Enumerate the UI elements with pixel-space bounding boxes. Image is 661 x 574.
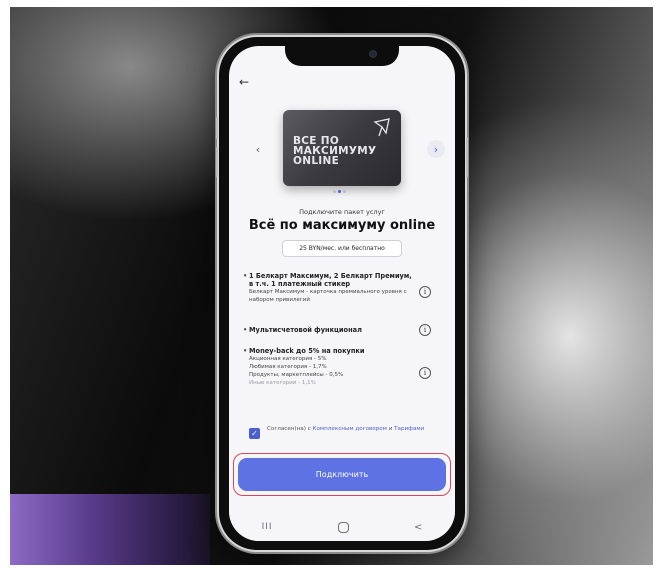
- contract-link[interactable]: Комплексным договором: [313, 426, 387, 432]
- agreement-row: ✓ Согласен(на) с Комплексным договором и…: [249, 426, 439, 439]
- card-logo-icon: [373, 118, 390, 137]
- arrow-left-icon[interactable]: ←: [239, 75, 249, 89]
- agreement-text: Согласен(на) с Комплексным договором и Т…: [249, 426, 439, 434]
- agreement-and: и: [388, 426, 393, 432]
- carousel-next-button[interactable]: ›: [427, 140, 445, 158]
- back-icon[interactable]: <: [414, 522, 422, 533]
- carousel-prev-button[interactable]: ‹: [249, 140, 267, 158]
- phone-side-button: [466, 137, 468, 177]
- system-navigation-bar: III <: [229, 513, 455, 541]
- feature-description: Белкарт Максимум - карточка премиального…: [249, 289, 407, 303]
- purple-decoration: [10, 494, 210, 565]
- phone-side-button: [216, 147, 218, 177]
- recent-apps-icon[interactable]: III: [262, 522, 273, 532]
- product-card-image: ВСЕ ПО МАКСИМУМУ ONLINE: [283, 110, 401, 186]
- phone-side-button: [216, 117, 218, 139]
- tariffs-link[interactable]: Тарифами: [394, 426, 424, 432]
- phone-screen: ← ‹ ВСЕ ПО МАКСИМУМУ ONLINE › Подключите…: [229, 46, 455, 541]
- pagination-dot[interactable]: [343, 190, 346, 193]
- phone-device: ← ‹ ВСЕ ПО МАКСИМУМУ ONLINE › Подключите…: [216, 37, 468, 550]
- pagination-dot-active[interactable]: [338, 190, 341, 193]
- feature-description: Любимая категория - 1,7%: [249, 364, 327, 370]
- price-badge: 25 BYN/мес. или бесплатно: [282, 240, 402, 257]
- package-subtitle: Подключите пакет услуг: [299, 208, 385, 216]
- feature-title: Money-back до 5% на покупки: [243, 347, 415, 355]
- feature-description-muted: Иные категории - 1,1%: [249, 380, 316, 386]
- agreement-prefix: Согласен(на) с: [267, 426, 311, 432]
- pagination-dot[interactable]: [333, 190, 336, 193]
- carousel-pagination: [333, 190, 346, 193]
- info-icon[interactable]: i: [419, 367, 431, 379]
- info-icon[interactable]: i: [419, 286, 431, 298]
- chevron-right-icon: ›: [433, 142, 439, 156]
- package-title: Всё по максимуму online: [248, 218, 436, 233]
- agreement-checkbox[interactable]: ✓: [249, 428, 260, 439]
- connect-button[interactable]: Подключить: [238, 458, 446, 491]
- info-icon[interactable]: i: [419, 324, 431, 336]
- feature-title: Мультисчетовой функционал: [243, 326, 415, 334]
- phone-notch: [285, 46, 399, 66]
- feature-description: Продукты, маркетплейсы - 0,5%: [249, 372, 344, 378]
- home-icon[interactable]: [337, 521, 349, 533]
- feature-title: 1 Белкарт Максимум, 2 Белкарт Премиум, в…: [243, 272, 415, 288]
- card-text-line: ONLINE: [293, 155, 340, 167]
- photo-background: ← ‹ ВСЕ ПО МАКСИМУМУ ONLINE › Подключите…: [10, 7, 653, 565]
- camera-icon: [369, 50, 377, 58]
- feature-description: Акционная категория - 5%: [249, 356, 327, 362]
- chevron-left-icon: ‹: [255, 142, 261, 156]
